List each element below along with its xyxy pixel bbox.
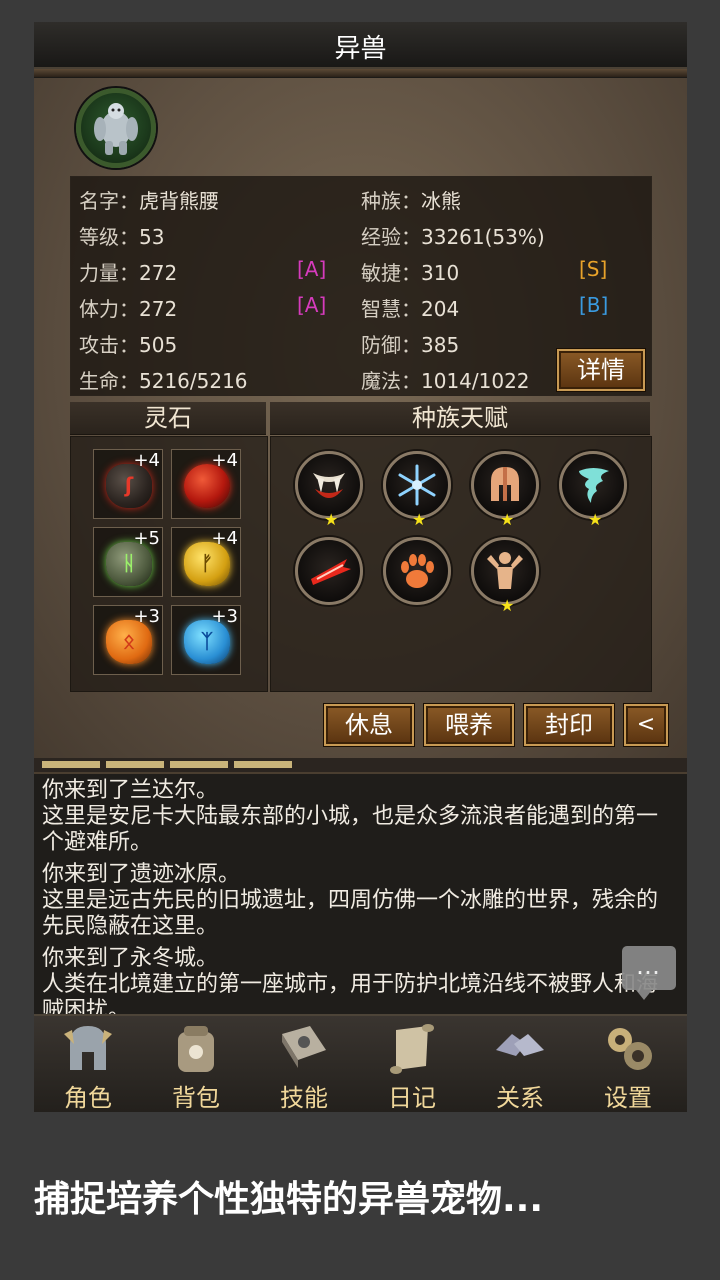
spirit-stone-slot-4[interactable]: ᚠ +4: [171, 527, 241, 597]
tornado-icon: [579, 468, 609, 503]
stat-strength: 力量：272: [79, 261, 178, 285]
stat-hp: 生命：5216/5216: [79, 369, 248, 393]
talent-slot-7[interactable]: ★: [471, 537, 539, 614]
title-rail: [34, 69, 687, 77]
log-entry: 你来到了兰达尔。 这里是安尼卡大陆最东部的小城，也是众多流浪者能遇到的第一个避难…: [42, 778, 659, 855]
nav-diary[interactable]: 日记: [358, 1016, 466, 1112]
spirit-stone-slot-1[interactable]: ʃ +4: [93, 449, 163, 519]
talent-slot-4[interactable]: ★: [559, 451, 627, 528]
talent-slot-5[interactable]: [295, 537, 363, 605]
stone-level: +4: [133, 450, 160, 471]
stone-level: +4: [211, 450, 238, 471]
talent-slot-1[interactable]: ★: [295, 451, 363, 528]
strength-grade: [A]: [297, 257, 327, 281]
spirit-stone-grid: ʃ +4 +4 ᚺ +5 ᚠ +4 ᛟ +3 ᛉ +3: [70, 436, 268, 692]
slash-icon: [311, 559, 351, 585]
spirit-stone-slot-5[interactable]: ᛟ +3: [93, 605, 163, 675]
nav-character[interactable]: 角色: [34, 1016, 142, 1112]
nav-skills[interactable]: 技能: [250, 1016, 358, 1112]
stat-wisdom: 智慧：204: [361, 297, 460, 321]
talent-slot-6[interactable]: [383, 537, 451, 605]
talent-star: ★: [588, 510, 603, 529]
helmet-icon: [491, 467, 519, 501]
promo-caption: 捕捉培养个性独特的异兽宠物...: [34, 1179, 544, 1220]
message-log[interactable]: 你来到了兰达尔。 这里是安尼卡大陆最东部的小城，也是众多流浪者能遇到的第一个避难…: [34, 758, 687, 1014]
talent-star: ★: [412, 510, 427, 529]
nav-label: 技能: [280, 1084, 328, 1112]
chat-dots-icon: …: [636, 952, 662, 980]
collapse-button[interactable]: <: [624, 704, 668, 746]
wisdom-grade: [B]: [579, 293, 609, 317]
spirit-stone-slot-6[interactable]: ᛉ +3: [171, 605, 241, 675]
chat-button[interactable]: …: [622, 946, 676, 1000]
stone-level: +3: [133, 606, 160, 627]
nav-label: 背包: [172, 1084, 220, 1112]
ice-bear-icon: [94, 103, 138, 155]
talent-star: ★: [324, 510, 339, 529]
stat-stamina: 体力：272: [79, 297, 178, 321]
paw-icon: [401, 554, 434, 588]
nav-settings[interactable]: 设置: [574, 1016, 682, 1112]
rest-button[interactable]: 休息: [324, 704, 414, 746]
stone-level: +4: [211, 528, 238, 549]
race-talent-grid: ★ ★ ★ ★ ★: [270, 436, 652, 692]
stat-race: 种族：冰熊: [361, 189, 461, 213]
nav-label: 日记: [388, 1084, 436, 1112]
knight-helmet-icon: [64, 1026, 112, 1070]
stat-name: 名字：虎背熊腰: [79, 189, 219, 213]
nav-label: 角色: [64, 1084, 112, 1112]
scroll-icon: [390, 1024, 434, 1074]
snowflake-icon: [398, 464, 436, 506]
stat-mp: 魔法：1014/1022: [361, 369, 530, 393]
title-bar: 异兽: [34, 22, 687, 77]
nav-backpack[interactable]: 背包: [142, 1016, 250, 1112]
nav-relations[interactable]: 关系: [466, 1016, 574, 1112]
strength-icon: [487, 552, 523, 589]
nav-label: 设置: [604, 1084, 652, 1112]
spellbook-icon: [282, 1026, 326, 1068]
handshake-icon: [496, 1034, 544, 1056]
log-entry: 你来到了遗迹冰原。 这里是远古先民的旧城遗址，四周仿佛一个冰雕的世界，残余的先民…: [42, 862, 659, 939]
stone-level: +5: [133, 528, 160, 549]
talent-slot-3[interactable]: ★: [471, 451, 539, 528]
stat-exp: 经验：33261(53%): [361, 225, 545, 249]
race-talent-header: 种族天赋: [270, 402, 650, 435]
bottom-nav: 角色 背包 技能 日记 关系 设置: [34, 1014, 687, 1112]
backpack-icon: [178, 1026, 214, 1072]
stat-level: 等级：53: [79, 225, 165, 249]
spirit-stone-slot-3[interactable]: ᚺ +5: [93, 527, 163, 597]
stat-defense: 防御：385: [361, 333, 460, 357]
pet-avatar[interactable]: [76, 88, 156, 168]
gears-icon: [608, 1028, 652, 1070]
nav-label: 关系: [496, 1084, 544, 1112]
stamina-grade: [A]: [297, 293, 327, 317]
stat-agility: 敏捷：310: [361, 261, 460, 285]
game-screen: 异兽 名字：虎背熊腰 种族：冰熊 等级：53 经验：33261(53%) 力量：…: [34, 22, 687, 1112]
fang-icon: [313, 473, 345, 498]
log-progress-bar: [34, 758, 687, 774]
log-entry: 你来到了永冬城。 人类在北境建立的第一座城市，用于防护北境沿线不被野人和海贼困扰…: [42, 946, 659, 1014]
talent-star: ★: [500, 596, 515, 615]
log-text: 你来到了兰达尔。 这里是安尼卡大陆最东部的小城，也是众多流浪者能遇到的第一个避难…: [42, 778, 674, 1014]
talent-star: ★: [500, 510, 515, 529]
spirit-stone-header: 灵石: [70, 402, 266, 435]
talent-slot-2[interactable]: ★: [383, 451, 451, 528]
agility-grade: [S]: [579, 257, 608, 281]
spirit-stone-slot-2[interactable]: +4: [171, 449, 241, 519]
seal-button[interactable]: 封印: [524, 704, 614, 746]
detail-button[interactable]: 详情: [557, 349, 645, 391]
feed-button[interactable]: 喂养: [424, 704, 514, 746]
pet-stats-panel: 名字：虎背熊腰 种族：冰熊 等级：53 经验：33261(53%) 力量：272…: [70, 176, 652, 396]
stone-level: +3: [211, 606, 238, 627]
page-title: 异兽: [334, 34, 387, 64]
stat-attack: 攻击：505: [79, 333, 178, 357]
